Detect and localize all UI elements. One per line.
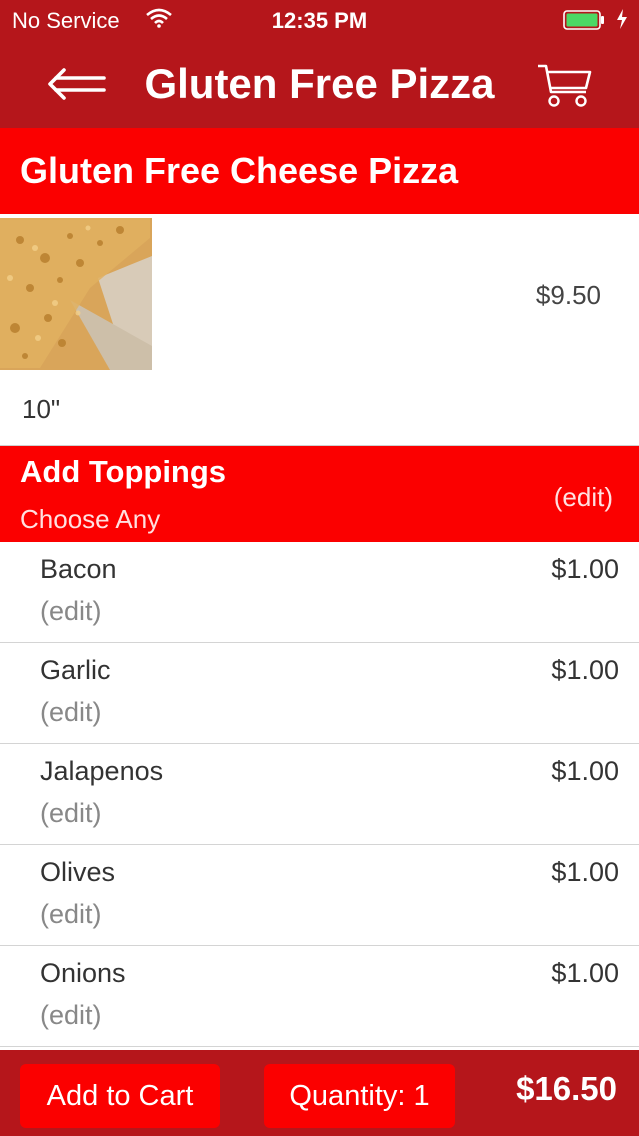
product-section: $9.50 10" bbox=[0, 214, 639, 445]
toppings-title: Add Toppings bbox=[20, 454, 227, 489]
topping-row-garlic[interactable]: Garlic (edit) $1.00 bbox=[0, 643, 639, 744]
topping-name: Olives bbox=[40, 857, 116, 887]
item-price: $9.50 bbox=[535, 280, 601, 310]
item-header: Gluten Free Cheese Pizza bbox=[0, 128, 639, 214]
top-bar: No Service 12:35 PM Gluten Free Pizza bbox=[0, 0, 639, 128]
nav-bar: Gluten Free Pizza bbox=[0, 40, 639, 128]
battery-icon bbox=[563, 10, 604, 30]
topping-row-bacon[interactable]: Bacon (edit) $1.00 bbox=[0, 542, 639, 643]
quantity-button[interactable]: Quantity: 1 bbox=[264, 1064, 455, 1128]
add-to-cart-button[interactable]: Add to Cart bbox=[20, 1064, 220, 1128]
topping-row-onions[interactable]: Onions (edit) $1.00 bbox=[0, 946, 639, 1047]
status-bar: No Service 12:35 PM bbox=[0, 0, 639, 40]
topping-price: $1.00 bbox=[551, 857, 619, 887]
topping-edit-link[interactable]: (edit) bbox=[40, 697, 102, 728]
topping-name: Bacon bbox=[40, 554, 117, 584]
topping-edit-link[interactable]: (edit) bbox=[40, 899, 102, 930]
topping-price: $1.00 bbox=[551, 756, 619, 786]
topping-name: Garlic bbox=[40, 655, 111, 685]
footer-bar: Add to Cart Quantity: 1 $16.50 bbox=[0, 1050, 639, 1136]
item-size: 10" bbox=[22, 394, 61, 424]
topping-price: $1.00 bbox=[551, 958, 619, 988]
topping-name: Onions bbox=[40, 958, 126, 988]
topping-name: Jalapenos bbox=[40, 756, 164, 786]
pizza-image bbox=[0, 218, 152, 370]
item-title: Gluten Free Cheese Pizza bbox=[20, 150, 459, 191]
topping-price: $1.00 bbox=[551, 554, 619, 584]
topping-edit-link[interactable]: (edit) bbox=[40, 1000, 102, 1031]
topping-edit-link[interactable]: (edit) bbox=[40, 798, 102, 829]
topping-row-olives[interactable]: Olives (edit) $1.00 bbox=[0, 845, 639, 946]
order-total: $16.50 bbox=[516, 1070, 617, 1107]
toppings-list: Bacon (edit) $1.00 Garlic (edit) $1.00 J… bbox=[0, 542, 639, 1047]
toppings-edit-link[interactable]: (edit) bbox=[554, 482, 613, 513]
topping-edit-link[interactable]: (edit) bbox=[40, 596, 102, 627]
cart-icon[interactable] bbox=[536, 62, 594, 108]
charging-bolt-icon bbox=[617, 9, 627, 29]
toppings-subtitle: Choose Any bbox=[20, 504, 161, 534]
status-time: 12:35 PM bbox=[271, 8, 368, 33]
topping-price: $1.00 bbox=[551, 655, 619, 685]
toppings-header[interactable]: Add Toppings Choose Any (edit) bbox=[0, 446, 639, 542]
topping-row-jalapenos[interactable]: Jalapenos (edit) $1.00 bbox=[0, 744, 639, 845]
